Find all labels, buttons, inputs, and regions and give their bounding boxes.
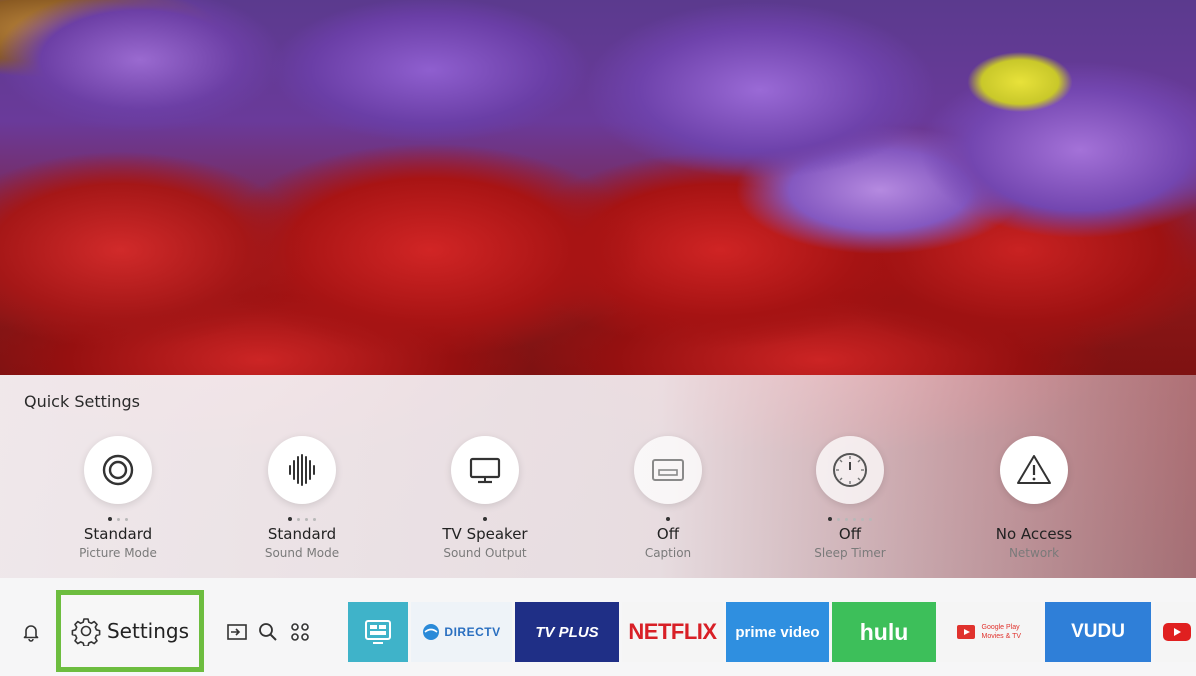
- app-label: NETFLIX: [628, 619, 717, 644]
- qs-dots: [666, 515, 670, 523]
- app-tile-youtube[interactable]: [1155, 602, 1196, 662]
- qs-dots: [108, 515, 128, 523]
- app-label: DIRECTV: [444, 625, 501, 639]
- tv-speaker-icon: [451, 436, 519, 504]
- qs-label: Caption: [644, 546, 692, 560]
- network-warning-icon: [1000, 436, 1068, 504]
- quick-settings-panel: Quick Settings Standard Picture Mode Sta…: [0, 375, 1196, 578]
- qs-value: No Access: [995, 525, 1073, 543]
- sound-mode-icon: [268, 436, 336, 504]
- qs-dots: [288, 515, 316, 523]
- qs-value: Standard: [83, 525, 153, 543]
- settings-label: Settings: [106, 619, 190, 643]
- qs-value: TV Speaker: [442, 525, 528, 543]
- source-input-icon[interactable]: [226, 623, 248, 645]
- qs-label: Sleep Timer: [814, 546, 886, 560]
- settings-button[interactable]: Settings: [56, 590, 204, 672]
- search-icon[interactable]: [258, 622, 278, 646]
- qs-sleep-timer[interactable]: Off Sleep Timer: [770, 436, 930, 566]
- app-label: TV PLUS: [535, 623, 599, 641]
- qs-caption[interactable]: Off Caption: [588, 436, 748, 566]
- app-tile-tv-guide[interactable]: [348, 602, 408, 662]
- picture-mode-icon: [84, 436, 152, 504]
- sleep-timer-icon: [816, 436, 884, 504]
- app-tile-prime-video[interactable]: prime video: [726, 602, 829, 662]
- app-label: prime video: [735, 623, 820, 641]
- caption-icon: [634, 436, 702, 504]
- apps-grid-icon[interactable]: [290, 622, 310, 646]
- app-tile-directv[interactable]: DIRECTV: [411, 602, 512, 662]
- qs-dots: [828, 515, 872, 523]
- qs-picture-mode[interactable]: Standard Picture Mode: [38, 436, 198, 566]
- app-tile-netflix[interactable]: NETFLIX: [622, 602, 723, 662]
- app-label: VUDU: [1071, 621, 1125, 642]
- qs-label: Network: [1008, 546, 1060, 560]
- quick-settings-title: Quick Settings: [24, 392, 140, 411]
- qs-sound-mode[interactable]: Standard Sound Mode: [222, 436, 382, 566]
- qs-label: Sound Mode: [264, 546, 340, 560]
- qs-value: Standard: [267, 525, 337, 543]
- app-tile-google-play[interactable]: Google Play Movies & TV: [939, 602, 1041, 662]
- youtube-logo-icon: [1163, 623, 1191, 641]
- qs-value: Off: [656, 525, 680, 543]
- qs-value: Off: [838, 525, 862, 543]
- app-tile-tv-plus[interactable]: TV PLUS: [515, 602, 619, 662]
- app-tile-hulu[interactable]: hulu: [832, 602, 936, 662]
- app-tile-vudu[interactable]: VUDU: [1045, 602, 1151, 662]
- gear-icon: [71, 618, 101, 646]
- qs-sound-output[interactable]: TV Speaker Sound Output: [405, 436, 565, 566]
- home-bar: Settings DIRECTV TV PLUS NETFLIX prime v…: [0, 578, 1196, 676]
- google-play-icon: [956, 625, 975, 639]
- qs-label: Sound Output: [443, 546, 527, 560]
- qs-dots: [483, 515, 487, 523]
- directv-logo-icon: [423, 624, 440, 640]
- app-label: Google Play Movies & TV: [981, 624, 1022, 640]
- qs-label: Picture Mode: [79, 546, 157, 560]
- tv-guide-icon: [365, 620, 391, 644]
- notification-bell-icon[interactable]: [22, 622, 40, 646]
- qs-network[interactable]: No Access Network: [954, 436, 1114, 566]
- app-label: hulu: [859, 618, 909, 645]
